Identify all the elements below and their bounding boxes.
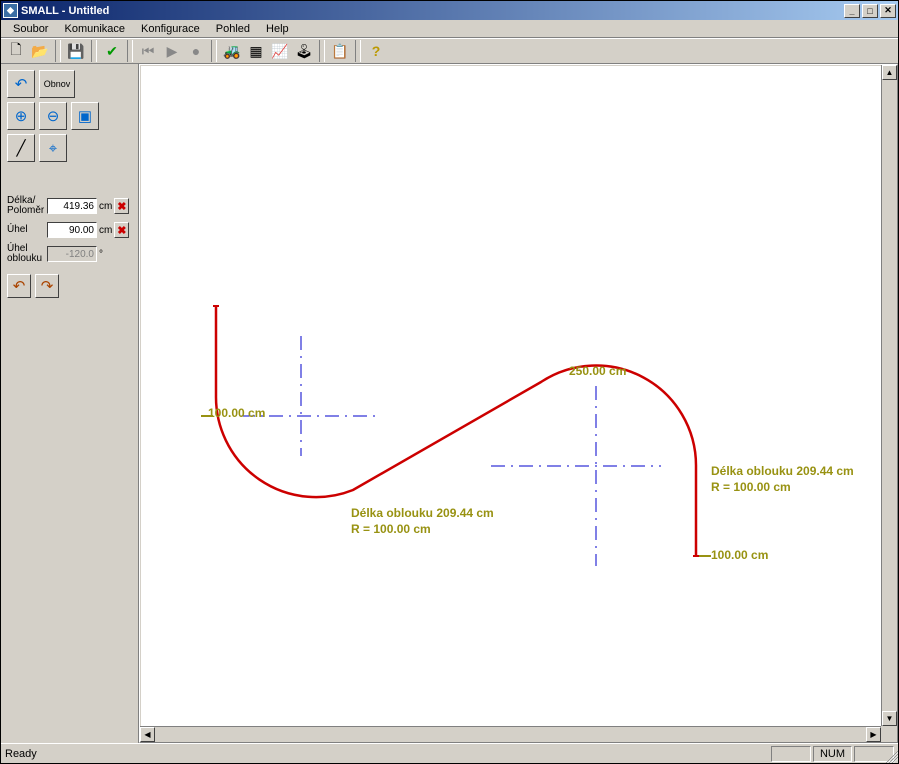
scroll-left-button[interactable]: ◀ [140,727,155,742]
close-button[interactable]: ✕ [880,4,896,18]
menu-help[interactable]: Help [258,21,297,37]
obnov-button[interactable]: Obnov [39,70,75,98]
angle-unit: cm [99,225,112,236]
arc-label: Úhel oblouku [7,244,45,264]
angle-clear-button[interactable]: ✖ [114,222,129,238]
menu-pohled[interactable]: Pohled [208,21,258,37]
angle-label: Úhel [7,225,45,235]
history-undo-button[interactable]: ↶ [7,274,31,298]
status-num: NUM [813,746,852,762]
status-cell-1 [771,746,811,762]
main-toolbar: 🗋 📂 💾 ✔ ⏮ ▶ ● 🚜 ▦ 📈 🕹 📋 ? [1,38,898,64]
grid-button[interactable]: ▦ [245,40,267,62]
note-button[interactable]: 📋 [329,40,351,62]
zoom-in-button[interactable]: ⊕ [7,102,35,130]
window-title: SMALL - Untitled [21,5,842,17]
new-button[interactable]: 🗋 [5,40,27,62]
history-redo-button[interactable]: ↷ [35,274,59,298]
target-tool-button[interactable]: ⌖ [39,134,67,162]
path-svg [141,66,881,726]
horizontal-scrollbar[interactable]: ◀ ▶ [140,726,881,742]
length-clear-button[interactable]: ✖ [114,198,129,214]
resize-grip[interactable] [883,748,898,763]
angle-row: Úhel cm ✖ [7,222,132,238]
drawing-canvas[interactable]: 100.00 cm 250.00 cm 100.00 cm Délka oblo… [141,66,881,726]
vertical-scrollbar[interactable]: ▲ ▼ [881,65,897,726]
arc2-line2-label: R = 100.00 cm [711,480,791,494]
length-label: Délka/ Poloměr [7,196,45,216]
help-button[interactable]: ? [365,40,387,62]
line-tool-button[interactable]: ╱ [7,134,35,162]
arc1-line1-label: Délka oblouku 209.44 cm [351,506,494,520]
segment3-label: 100.00 cm [711,548,768,562]
arc2-line1-label: Délka oblouku 209.44 cm [711,464,854,478]
graph-button[interactable]: 📈 [269,40,291,62]
arc-unit: ° [99,249,103,260]
menu-konfigurace[interactable]: Konfigurace [133,21,208,37]
arc1-line2-label: R = 100.00 cm [351,522,431,536]
vehicle-button[interactable]: 🚜 [221,40,243,62]
length-input[interactable] [47,198,97,214]
statusbar: Ready NUM [1,743,898,763]
validate-button[interactable]: ✔ [101,40,123,62]
scroll-up-button[interactable]: ▲ [882,65,897,80]
minimize-button[interactable]: _ [844,4,860,18]
segment1-label: 100.00 cm [208,406,265,420]
length-unit: cm [99,201,112,212]
open-button[interactable]: 📂 [29,40,51,62]
menu-soubor[interactable]: Soubor [5,21,56,37]
scroll-down-button[interactable]: ▼ [882,711,897,726]
canvas-area: 100.00 cm 250.00 cm 100.00 cm Délka oblo… [139,64,898,743]
undo-button[interactable]: ↶ [7,70,35,98]
rewind-button[interactable]: ⏮ [137,40,159,62]
app-icon: ◆ [3,3,18,18]
zoom-fit-button[interactable]: ▣ [71,102,99,130]
zoom-out-button[interactable]: ⊖ [39,102,67,130]
play-button[interactable]: ▶ [161,40,183,62]
maximize-button[interactable]: □ [862,4,878,18]
scroll-right-button[interactable]: ▶ [866,727,881,742]
titlebar: ◆ SMALL - Untitled _ □ ✕ [1,1,898,20]
sidebar: ↶ Obnov ⊕ ⊖ ▣ ╱ ⌖ Délka/ Poloměr cm ✖ Úh… [1,64,139,743]
angle-input[interactable] [47,222,97,238]
status-ready: Ready [5,748,37,760]
arc-row: Úhel oblouku ° [7,244,132,264]
stop-button[interactable]: ● [185,40,207,62]
menu-komunikace[interactable]: Komunikace [56,21,133,37]
segment2-label: 250.00 cm [569,364,626,378]
remote-button[interactable]: 🕹 [293,40,315,62]
menubar: Soubor Komunikace Konfigurace Pohled Hel… [1,20,898,38]
save-button[interactable]: 💾 [65,40,87,62]
arc-input [47,246,97,262]
length-row: Délka/ Poloměr cm ✖ [7,196,132,216]
